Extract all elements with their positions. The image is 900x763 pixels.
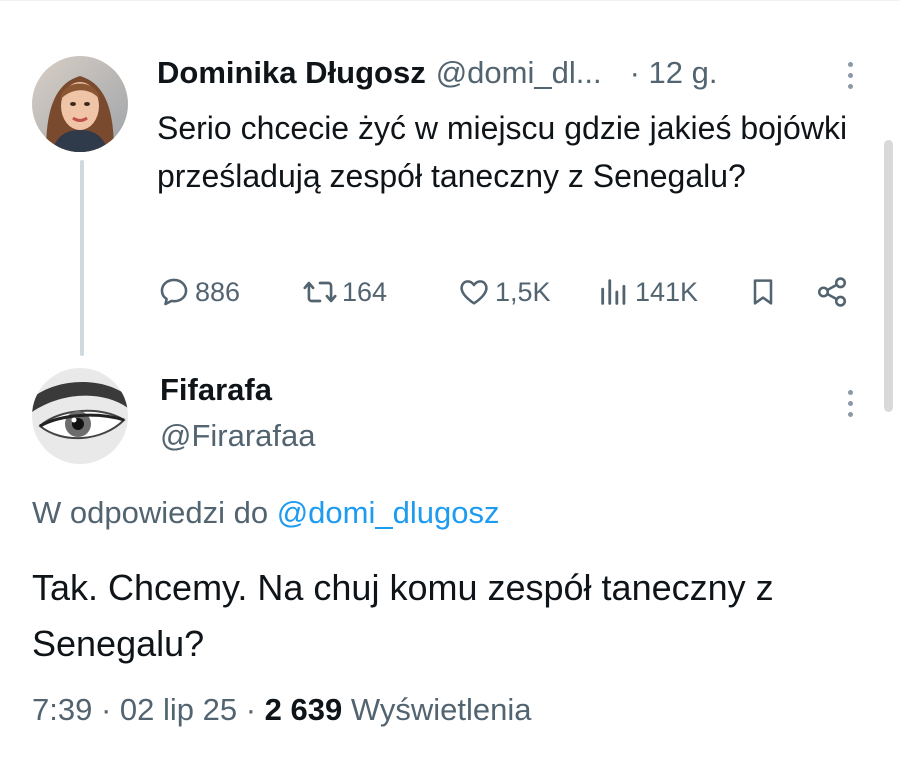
reply-author-name[interactable]: Fifarafa [160,372,272,408]
share-button[interactable] [815,272,849,312]
reply-count: 886 [195,276,241,307]
reply-icon [157,275,191,309]
tweet-time[interactable]: · 12 g. [630,55,718,91]
bookmark-button[interactable] [747,272,779,312]
share-icon [815,275,849,309]
author-name[interactable]: Dominika Długosz [157,55,426,91]
tweet-actions: 886 164 1,5K 141K [157,272,857,312]
bookmark-icon [747,275,779,309]
replying-to: W odpowiedzi do @domi_dlugosz [32,495,499,531]
views-count: 141K [635,276,699,307]
views-button[interactable]: 141K [597,272,698,312]
scrollbar[interactable] [884,140,893,412]
tweet-meta: 7:39 · 02 lip 25 · 2 639 Wyświetlenia [32,692,531,728]
avatar-fifarafa[interactable] [32,368,128,464]
avatar-dominika[interactable] [32,56,128,152]
replying-to-prefix: W odpowiedzi do [32,495,269,530]
views-icon [597,275,631,309]
view-count: 2 639 [264,692,343,727]
thread-connector-line [80,160,84,356]
top-divider [0,0,900,1]
like-count: 1,5K [495,276,551,307]
tweet-header: Dominika Długosz @domi_dl... · 12 g. [157,53,717,93]
like-icon [457,275,491,309]
reply-author-handle[interactable]: @Firarafaa [160,418,316,454]
reply-button[interactable]: 886 [157,272,240,312]
retweet-button[interactable]: 164 [302,272,387,312]
author-handle[interactable]: @domi_dl... [436,55,602,91]
like-button[interactable]: 1,5K [457,272,551,312]
view-label: Wyświetlenia [350,692,532,727]
replying-to-link[interactable]: @domi_dlugosz [277,495,500,530]
tweet-text: Serio chcecie żyć w miejscu gdzie jakieś… [157,110,848,194]
retweet-count: 164 [342,276,388,307]
reply-tweet-text: Tak. Chcemy. Na chuj komu zespół taneczn… [32,567,774,664]
retweet-icon [302,275,338,309]
more-icon[interactable] [844,390,856,417]
more-icon[interactable] [844,62,856,89]
tweet-timestamp[interactable]: 7:39 · 02 lip 25 · [32,692,265,727]
